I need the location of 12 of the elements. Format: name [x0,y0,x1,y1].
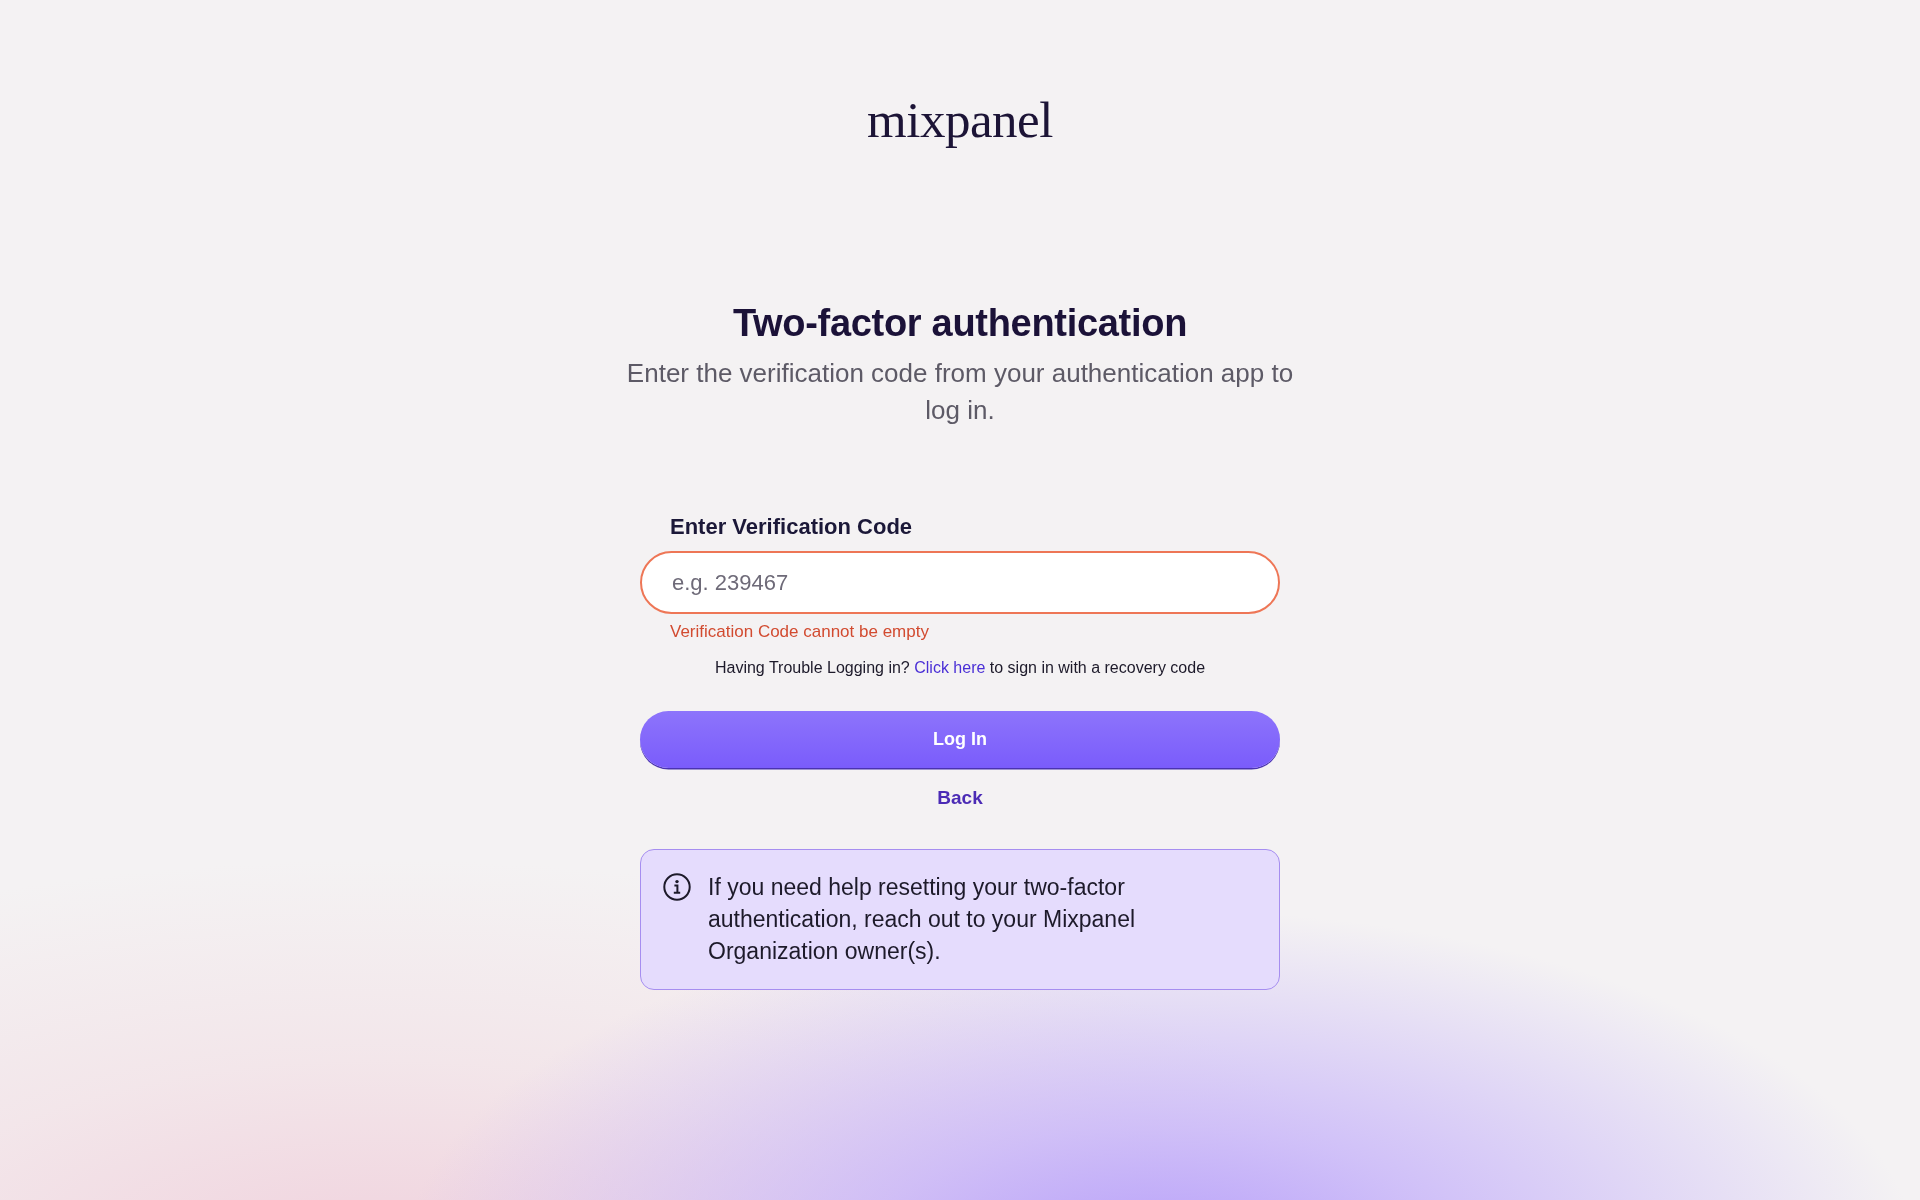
back-link[interactable]: Back [937,785,983,811]
logo-text: mixpanel [867,91,1053,150]
help-text: Having Trouble Logging in? Click here to sign in with a recovery code [714,658,1206,678]
page-title: Two-factor authentication [732,301,1188,345]
notice-text: If you need help resetting your two-factor authentication, reach out to your Mixpanel Organization owner(s). [708,873,1137,966]
verification-code-input[interactable]: e.g. 239467 [640,551,1280,614]
page-subtitle: Enter the verification code from your authentication app to log in. [625,357,1295,427]
field-label: Enter Verification Code [670,513,913,541]
log-in-button[interactable]: Log In [640,711,1280,768]
recovery-link[interactable]: Click here [914,659,986,676]
info-icon [663,873,691,901]
error-message: Verification Code cannot be empty [670,621,929,643]
